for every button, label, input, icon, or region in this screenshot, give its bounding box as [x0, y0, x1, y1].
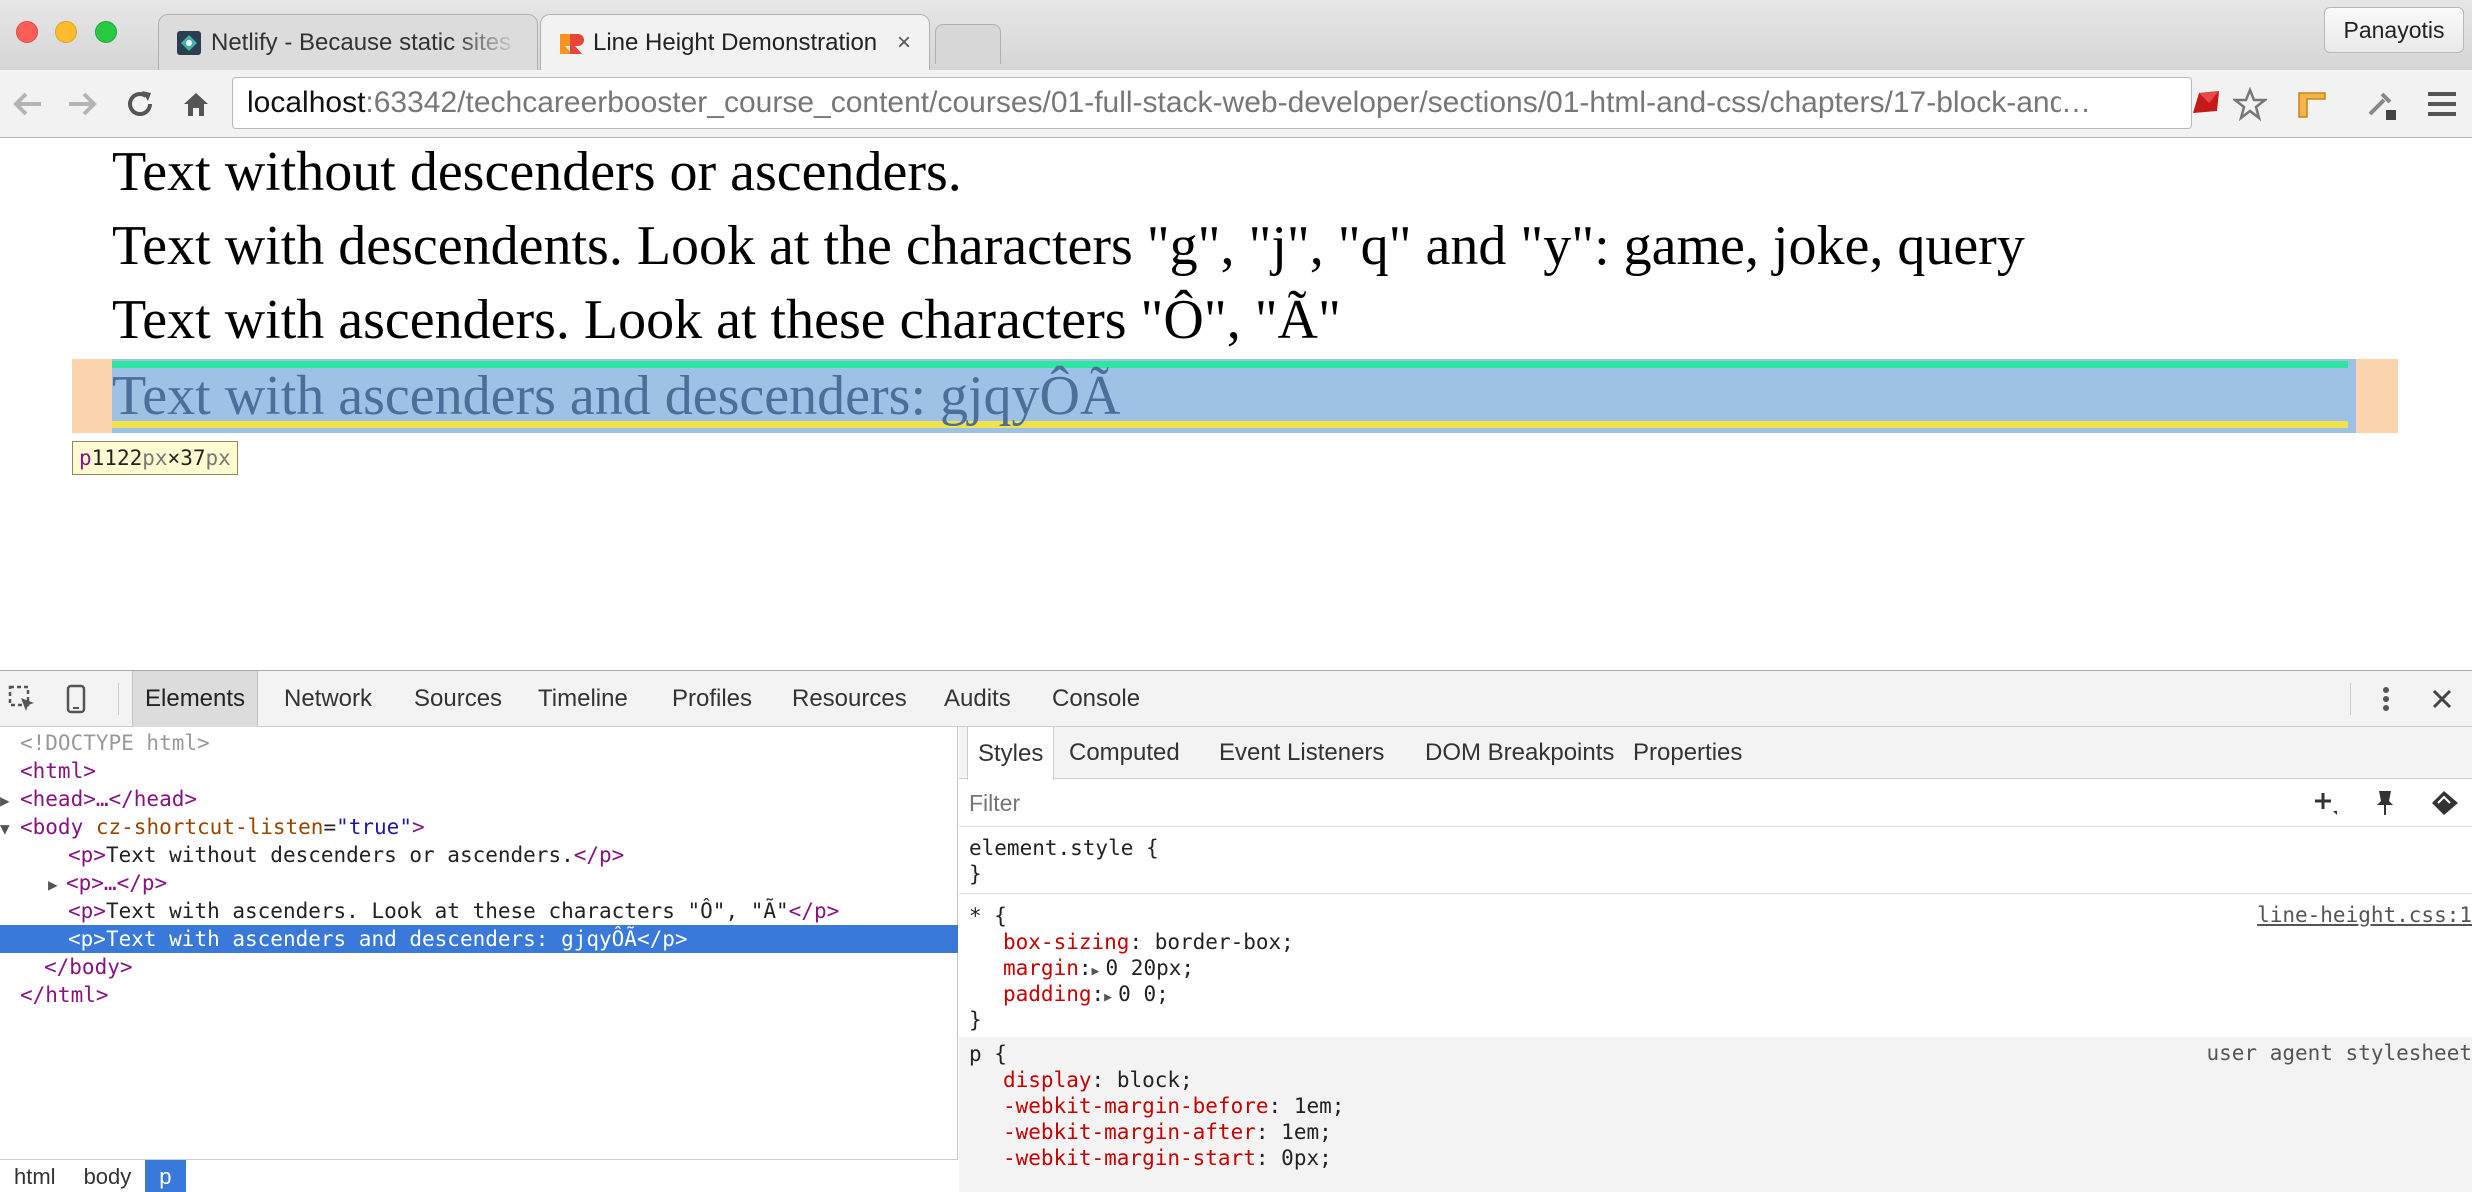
rule-property[interactable]: padding:▶ 0 0;	[959, 981, 2472, 1007]
tab-profiles[interactable]: Profiles	[660, 671, 764, 727]
tab-close-icon[interactable]: ×	[897, 29, 911, 57]
rule-property[interactable]: -webkit-margin-after: 1em;	[959, 1119, 2472, 1145]
elements-tree-panel: <!DOCTYPE html> <html> ▶ <head>…</head> ▼…	[0, 727, 958, 1192]
profile-button[interactable]: Panayotis	[2324, 7, 2464, 53]
page-viewport: Text without descenders or ascenders. Te…	[0, 139, 2472, 670]
styles-sidebar: Styles Computed Event Listeners DOM Brea…	[959, 727, 2472, 1192]
styles-filter-input[interactable]	[969, 787, 2169, 819]
rule-property[interactable]: box-sizing: border-box;	[959, 929, 2472, 955]
inspect-element-icon[interactable]	[4, 681, 40, 717]
device-mode-icon[interactable]	[58, 681, 94, 717]
element-classes-icon[interactable]	[2429, 787, 2461, 819]
rule-property[interactable]: -webkit-margin-before: 1em;	[959, 1093, 2472, 1119]
styles-filter-row	[959, 779, 2472, 827]
rule-property[interactable]: display: block;	[959, 1067, 2472, 1093]
tab-netlify[interactable]: Netlify - Because static sites	[158, 14, 538, 70]
reload-icon[interactable]	[120, 84, 160, 124]
tab-styles[interactable]: Styles	[967, 727, 1055, 780]
intellij-favicon-icon	[557, 29, 585, 57]
add-rule-icon[interactable]	[2309, 787, 2341, 819]
address-bar[interactable]: localhost:63342/techcareerbooster_course…	[232, 77, 2192, 129]
tab-event-listeners[interactable]: Event Listeners	[1209, 727, 1394, 779]
rule-selector[interactable]: * {	[959, 903, 2472, 929]
netlify-favicon-icon	[175, 29, 203, 57]
rule-close-brace: }	[969, 1008, 982, 1032]
dom-node-html-close[interactable]: </html>	[0, 981, 958, 1009]
forward-arrow-icon[interactable]	[62, 84, 102, 124]
tab-resources[interactable]: Resources	[780, 671, 919, 727]
rule-source: user agent stylesheet	[2206, 1041, 2472, 1065]
breadcrumb-html[interactable]: html	[0, 1160, 70, 1192]
styles-tabs: Styles Computed Event Listeners DOM Brea…	[959, 727, 2472, 780]
tab-sources[interactable]: Sources	[402, 671, 514, 727]
ruby-extension-icon[interactable]	[2186, 84, 2226, 124]
dom-node-html[interactable]: <html>	[0, 757, 958, 785]
breadcrumb-body[interactable]: body	[70, 1160, 146, 1192]
rule-source-link[interactable]: line-height.css:1	[2257, 903, 2472, 927]
rule-selector[interactable]: element.style {	[959, 835, 2472, 861]
url-text: localhost:63342/techcareerbooster_course…	[247, 86, 2061, 119]
dom-node-body-close[interactable]: </body>	[0, 953, 958, 981]
pin-state-icon[interactable]	[2369, 787, 2401, 819]
dom-node-p2[interactable]: ▶ <p>…</p>	[0, 869, 958, 897]
paragraph-no-descenders: Text without descenders or ascenders.	[112, 141, 962, 203]
ruler-extension-icon[interactable]	[2292, 84, 2332, 124]
paragraph-ascenders-descenders: Text with ascenders and descenders: gjqy…	[112, 365, 1121, 427]
new-tab-button[interactable]	[935, 24, 1001, 64]
breadcrumb-p[interactable]: p	[145, 1160, 186, 1192]
collapse-triangle-icon[interactable]: ▼	[0, 815, 18, 843]
devtools-toolbar: Elements Network Sources Timeline Profil…	[0, 671, 2472, 727]
rule-user-agent-p: p { user agent stylesheet display: block…	[959, 1037, 2472, 1192]
browser-toolbar: localhost:63342/techcareerbooster_course…	[0, 70, 2472, 138]
browser-tab-strip: Netlify - Because static sites Line Heig…	[0, 0, 2472, 70]
expand-triangle-icon[interactable]: ▶	[1104, 985, 1118, 1011]
rule-divider	[959, 893, 2472, 894]
tab-properties[interactable]: Properties	[1623, 727, 1752, 779]
dom-node-p1[interactable]: <p>Text without descenders or ascenders.…	[0, 841, 958, 869]
rule-element-style: element.style { }	[959, 835, 2472, 887]
paragraph-ascenders: Text with ascenders. Look at these chara…	[112, 289, 1341, 351]
dom-node-p3[interactable]: <p>Text with ascenders. Look at these ch…	[0, 897, 958, 925]
window-minimize-button[interactable]	[55, 21, 77, 43]
tab-console[interactable]: Console	[1040, 671, 1152, 727]
window-close-button[interactable]	[16, 21, 38, 43]
rule-close-brace: }	[969, 862, 982, 886]
tab-dom-breakpoints[interactable]: DOM Breakpoints	[1415, 727, 1624, 779]
expand-triangle-icon[interactable]: ▶	[48, 871, 66, 899]
devtools-panel: Elements Network Sources Timeline Profil…	[0, 670, 2472, 1192]
rule-universal: * { line-height.css:1 box-sizing: border…	[959, 903, 2472, 1033]
tab-title: Netlify - Because static sites	[211, 28, 512, 56]
tab-computed[interactable]: Computed	[1059, 727, 1190, 779]
tab-network[interactable]: Network	[272, 671, 384, 727]
dom-node-head[interactable]: ▶ <head>…</head>	[0, 785, 958, 813]
window-zoom-button[interactable]	[95, 21, 117, 43]
tab-elements[interactable]: Elements	[132, 671, 259, 727]
toolbar-divider	[2350, 683, 2351, 715]
dom-node-p4-selected[interactable]: <p>Text with ascenders and descenders: g…	[0, 925, 958, 953]
dom-node-doctype[interactable]: <!DOCTYPE html>	[0, 729, 958, 757]
more-options-icon[interactable]	[2368, 681, 2404, 717]
url-ellipsis: …	[2061, 86, 2091, 119]
element-dimension-tooltip: p 1122 px × 37 px	[72, 441, 238, 475]
menu-hamburger-icon[interactable]	[2422, 84, 2462, 124]
dom-node-body[interactable]: ▼ <body cz-shortcut-listen="true">	[0, 813, 958, 841]
eyedropper-extension-icon[interactable]	[2360, 84, 2400, 124]
bookmark-star-icon[interactable]	[2230, 84, 2270, 124]
tab-line-height-demonstration[interactable]: Line Height Demonstration ×	[540, 14, 930, 70]
toolbar-divider	[118, 683, 119, 715]
home-icon[interactable]	[176, 84, 216, 124]
breadcrumb: html body p	[0, 1159, 958, 1192]
rule-property[interactable]: -webkit-margin-start: 0px;	[959, 1145, 2472, 1171]
expand-triangle-icon[interactable]: ▶	[0, 787, 18, 815]
tab-timeline[interactable]: Timeline	[526, 671, 640, 727]
close-devtools-icon[interactable]	[2424, 681, 2460, 717]
paragraph-descenders: Text with descendents. Look at the chara…	[112, 215, 2025, 277]
back-arrow-icon[interactable]	[8, 84, 48, 124]
tab-audits[interactable]: Audits	[932, 671, 1023, 727]
rule-property[interactable]: margin:▶ 0 20px;	[959, 955, 2472, 981]
tab-title: Line Height Demonstration	[593, 28, 878, 56]
